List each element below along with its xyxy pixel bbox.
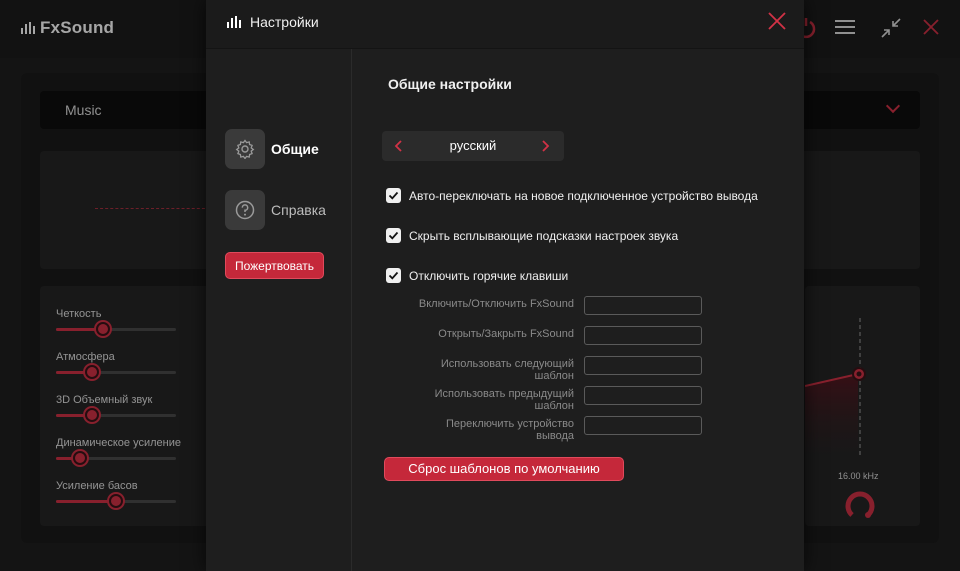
hotkey-label-open-close: Открыть/Закрыть FxSound bbox=[438, 328, 574, 340]
checkbox-label-auto-switch: Авто-переключать на новое подключенное у… bbox=[409, 188, 758, 203]
settings-bars-icon bbox=[227, 16, 241, 28]
gear-icon bbox=[225, 129, 265, 169]
section-title: Общие настройки bbox=[388, 76, 512, 92]
checkbox-hide-tooltips[interactable] bbox=[386, 228, 401, 243]
reset-presets-button[interactable]: Сброс шаблонов по умолчанию bbox=[384, 457, 624, 481]
checkbox-row-hide-tooltips: Скрыть всплывающие подсказки настроек зв… bbox=[386, 228, 678, 243]
checkmark-icon bbox=[388, 191, 399, 200]
checkbox-row-disable-hotkeys: Отключить горячие клавиши bbox=[386, 268, 568, 283]
donate-button[interactable]: Пожертвовать bbox=[225, 252, 324, 279]
chevron-right-icon[interactable] bbox=[538, 139, 552, 153]
settings-sidebar: Общие Справка Пожертвовать bbox=[206, 49, 352, 571]
nav-item-general[interactable]: Общие bbox=[225, 129, 319, 169]
hotkey-input-prev-preset[interactable] bbox=[584, 386, 702, 405]
nav-label-general: Общие bbox=[271, 141, 319, 157]
checkbox-label-disable-hotkeys: Отключить горячие клавиши bbox=[409, 268, 569, 283]
hotkey-input-next-preset[interactable] bbox=[584, 356, 702, 375]
hotkey-input-toggle[interactable] bbox=[584, 296, 702, 315]
help-icon bbox=[225, 190, 265, 230]
checkbox-disable-hotkeys[interactable] bbox=[386, 268, 401, 283]
language-value: русский bbox=[449, 138, 497, 153]
hotkey-label-switch-device: Переключить устройство вывода bbox=[446, 418, 574, 442]
checkbox-auto-switch[interactable] bbox=[386, 188, 401, 203]
checkbox-label-hide-tooltips: Скрыть всплывающие подсказки настроек зв… bbox=[409, 228, 679, 243]
checkmark-icon bbox=[388, 271, 399, 280]
checkmark-icon bbox=[388, 231, 399, 240]
dialog-header: Настройки bbox=[206, 0, 804, 49]
hotkey-input-switch-device[interactable] bbox=[584, 416, 702, 435]
hotkey-label-prev-preset: Использовать предыдущий шаблон bbox=[434, 388, 574, 412]
hotkey-label-next-preset: Использовать следующий шаблон bbox=[440, 358, 574, 382]
language-selector: русский bbox=[382, 131, 564, 161]
hotkey-label-toggle: Включить/Отключить FxSound bbox=[418, 298, 574, 310]
dialog-title: Настройки bbox=[250, 14, 319, 30]
nav-item-help[interactable]: Справка bbox=[225, 190, 326, 230]
checkbox-row-auto-switch: Авто-переключать на новое подключенное у… bbox=[386, 188, 758, 203]
close-icon[interactable] bbox=[766, 10, 788, 32]
hotkey-input-open-close[interactable] bbox=[584, 326, 702, 345]
nav-label-help: Справка bbox=[271, 202, 326, 218]
settings-dialog: Настройки Общие Справка Пожертвовать Общ… bbox=[206, 0, 804, 571]
settings-content: Общие настройки русский Авто-переключать… bbox=[352, 49, 804, 571]
